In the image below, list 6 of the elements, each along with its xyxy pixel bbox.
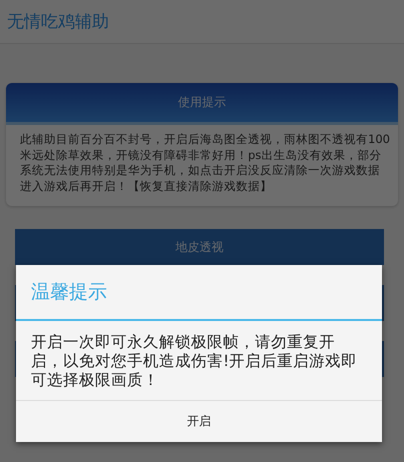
dialog-title: 温馨提示 bbox=[16, 265, 382, 321]
dialog-message: 开启一次即可永久解锁极限帧，请勿重复开启，以免对您手机造成伤害!开启后重启游戏即可选择极限画质！ bbox=[16, 321, 382, 401]
app-title: 无情吃鸡辅助 bbox=[7, 11, 109, 33]
notice-text: 此辅助目前百分百不封号，开启后海岛图全透视，雨林图不透视有100米远处除草效果，开镜没有障碍非常好用！ps出生岛没有效果，部分系统无法使用特别是华为手机，如点击开启没反应清除一次游戏数据进入游戏后再开启！【恢复直接清除游戏数据】 bbox=[19, 131, 391, 194]
card-title: 使用提示 bbox=[178, 94, 226, 111]
confirm-button[interactable]: 开启 bbox=[16, 401, 382, 442]
